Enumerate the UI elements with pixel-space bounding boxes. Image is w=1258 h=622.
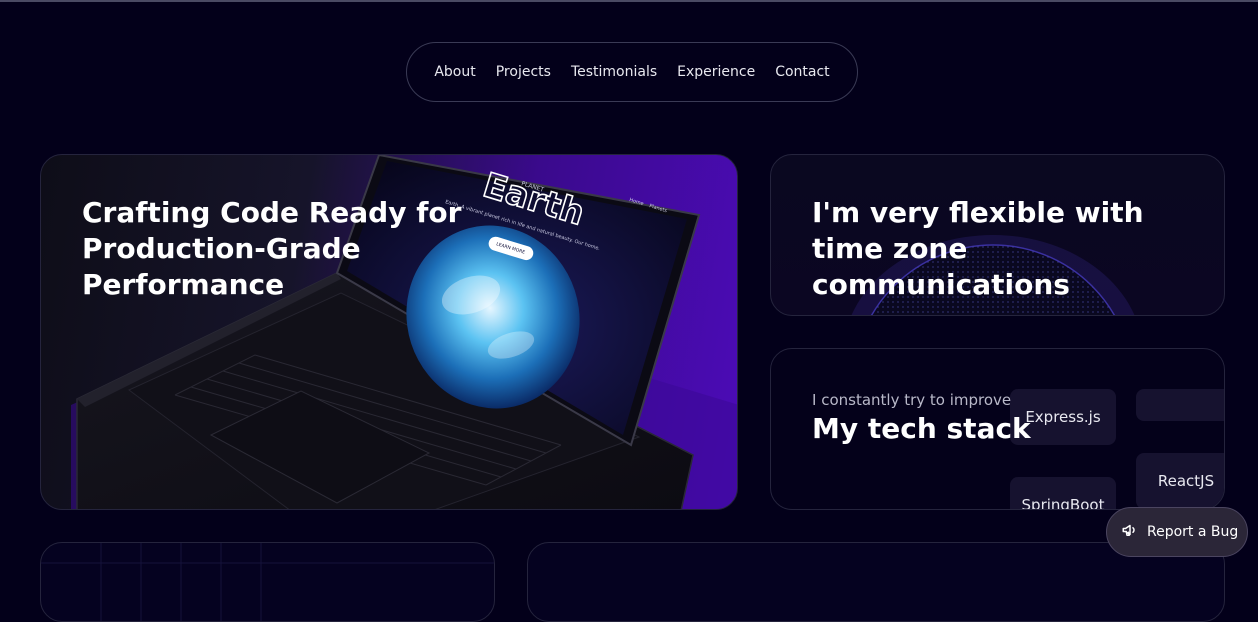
nav-projects[interactable]: Projects <box>496 64 551 80</box>
chip-springboot: SpringBoot <box>1010 477 1116 509</box>
nav-about[interactable]: About <box>434 64 475 80</box>
tech-stack-title: My tech stack <box>812 412 1031 445</box>
tech-stack-subtitle: I constantly try to improve <box>812 391 1012 409</box>
megaphone-icon <box>1121 521 1139 543</box>
report-bug-label: Report a Bug <box>1147 524 1239 540</box>
top-border <box>0 0 1258 2</box>
hero-title: Crafting Code Ready for Production-Grade… <box>82 196 462 301</box>
timezone-title: I'm very flexible with time zone communi… <box>812 196 1144 301</box>
main-nav: About Projects Testimonials Experience C… <box>406 42 858 102</box>
bottom-left-card <box>40 542 495 622</box>
tech-stack-card: I constantly try to improve My tech stac… <box>770 348 1225 510</box>
nav-experience[interactable]: Experience <box>677 64 755 80</box>
nav-contact[interactable]: Contact <box>775 64 829 80</box>
nav-testimonials[interactable]: Testimonials <box>571 64 657 80</box>
grid-pattern <box>41 543 494 621</box>
report-bug-button[interactable]: Report a Bug <box>1106 507 1248 557</box>
chip-reactjs: ReactJS <box>1136 453 1224 509</box>
hero-card: PLANET Earth Earth. A vibrant planet ric… <box>40 154 738 510</box>
timezone-card: I'm very flexible with time zone communi… <box>770 154 1225 316</box>
chip-blank <box>1136 389 1224 421</box>
